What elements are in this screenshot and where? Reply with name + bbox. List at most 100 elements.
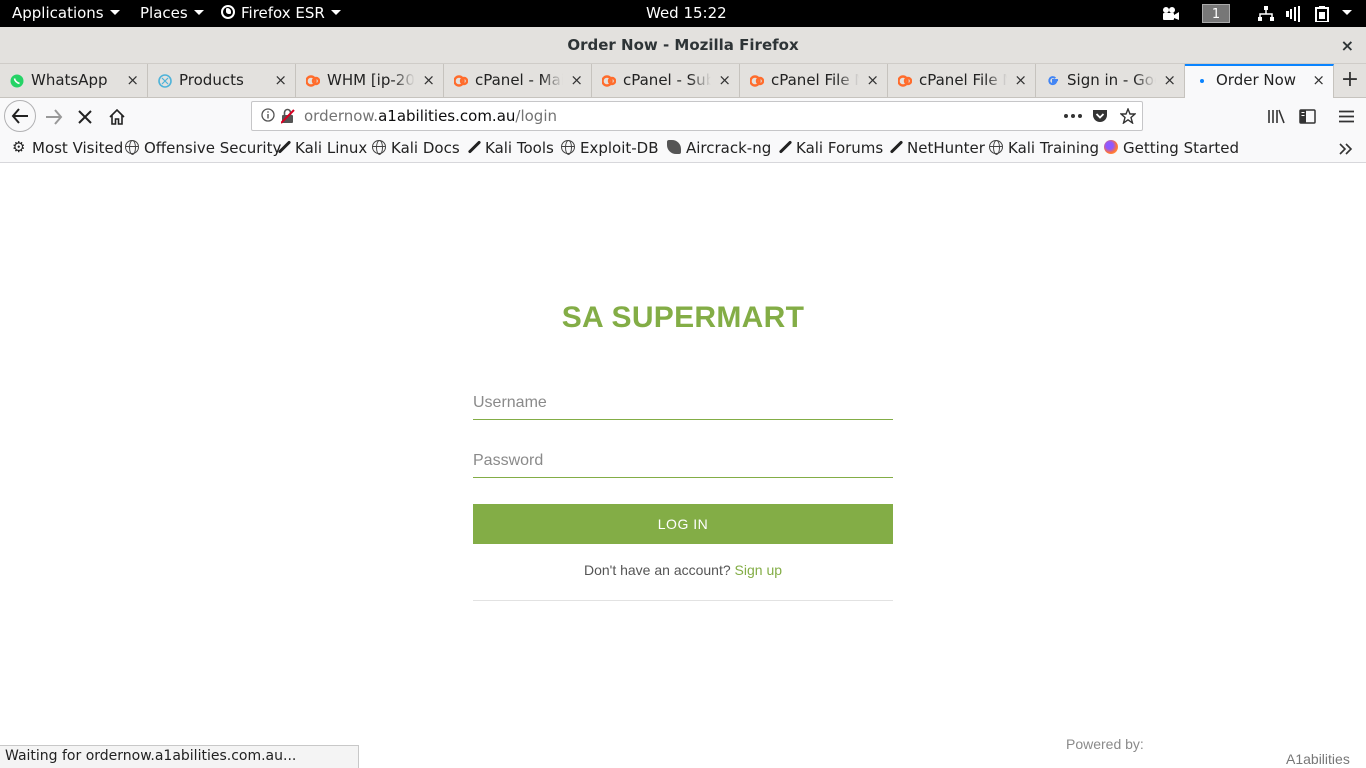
arrow-left-icon (11, 108, 28, 124)
close-icon[interactable]: × (1341, 27, 1354, 64)
bookmark-kali-linux[interactable]: Kali Linux (277, 135, 367, 162)
tab-title: Products (179, 71, 244, 89)
firefox-icon (221, 5, 235, 19)
tab-cpanel-file-manager-2[interactable]: cPanel File M × (888, 64, 1036, 97)
page-content: SA SUPERMART LOG IN Don't have an accoun… (0, 163, 1366, 768)
navigation-toolbar: ordernow.a1abilities.com.au/login (0, 98, 1366, 135)
bookmark-label: Aircrack-ng (686, 139, 772, 157)
cpanel-icon (602, 75, 616, 87)
powered-by-brand[interactable]: A1abilities (1286, 751, 1350, 767)
close-icon[interactable]: × (866, 64, 879, 97)
arrow-right-icon (46, 109, 63, 125)
close-icon[interactable]: × (422, 64, 435, 97)
system-menu[interactable] (1336, 0, 1352, 27)
bookmark-label: Kali Docs (391, 139, 460, 157)
bookmark-kali-forums[interactable]: Kali Forums (778, 135, 883, 162)
bookmark-label: Kali Linux (295, 139, 368, 157)
tab-whatsapp[interactable]: WhatsApp × (0, 64, 148, 97)
bookmark-label: Exploit-DB (580, 139, 659, 157)
tab-title: Order Now (1216, 71, 1297, 89)
bookmarks-toolbar: ⚙ Most Visited Offensive Security Kali Li… (0, 135, 1366, 163)
tab-fade (1134, 64, 1156, 97)
hamburger-menu-icon[interactable] (1339, 110, 1354, 123)
more-actions-icon[interactable] (1064, 114, 1082, 118)
insecure-lock-icon[interactable] (281, 108, 295, 124)
url-bar[interactable]: ordernow.a1abilities.com.au/login (251, 101, 1143, 131)
bookmark-offensive-security[interactable]: Offensive Security (125, 135, 281, 162)
tab-fade (541, 64, 563, 97)
close-icon[interactable]: × (570, 64, 583, 97)
close-icon[interactable]: × (126, 64, 139, 97)
app-menu-firefox[interactable]: Firefox ESR (221, 0, 341, 27)
login-button[interactable]: LOG IN (473, 504, 893, 544)
signup-link[interactable]: Sign up (735, 562, 782, 578)
tab-products[interactable]: Products × (148, 64, 296, 97)
tab-cpanel-file-manager-1[interactable]: cPanel File M × (740, 64, 888, 97)
url-text[interactable]: ordernow.a1abilities.com.au/login (304, 102, 557, 130)
close-icon[interactable]: × (1014, 64, 1027, 97)
bookmark-most-visited[interactable]: ⚙ Most Visited (12, 135, 123, 162)
back-button[interactable] (4, 100, 36, 132)
bookmark-kali-docs[interactable]: Kali Docs (372, 135, 460, 162)
close-icon[interactable]: × (1312, 66, 1325, 97)
app-name-label: Firefox ESR (241, 4, 325, 22)
home-button[interactable] (101, 101, 133, 133)
tab-order-now[interactable]: Order Now × (1185, 64, 1334, 98)
close-icon[interactable]: × (274, 64, 287, 97)
tab-cpanel-main[interactable]: cPanel - Main × (444, 64, 592, 97)
volume-icon[interactable] (1286, 6, 1302, 22)
chevron-double-right-icon[interactable] (1339, 143, 1353, 155)
divider (473, 600, 893, 601)
bookmark-aircrack-ng[interactable]: Aircrack-ng (667, 135, 771, 162)
forward-button[interactable] (38, 101, 70, 133)
tab-google-sign-in[interactable]: Sign in - Goog × (1036, 64, 1185, 97)
star-icon[interactable] (1120, 108, 1136, 124)
gnome-top-bar: Applications Places Firefox ESR Wed 15:2… (0, 0, 1366, 27)
tab-fade (689, 64, 711, 97)
gear-icon: ⚙ (12, 138, 26, 156)
stop-icon (78, 110, 92, 124)
globe-icon (989, 140, 1003, 155)
video-camera-icon[interactable] (1161, 6, 1179, 21)
workspace-indicator[interactable]: 1 (1202, 4, 1230, 23)
bookmark-label: Kali Forums (796, 139, 884, 157)
close-icon[interactable]: × (1163, 64, 1176, 97)
kali-dragon-icon (277, 140, 292, 154)
firefox-icon (1104, 140, 1118, 154)
bookmark-kali-tools[interactable]: Kali Tools (467, 135, 554, 162)
signup-prompt-line: Don't have an account? Sign up (473, 562, 893, 578)
username-field[interactable] (473, 386, 893, 420)
bookmark-kali-training[interactable]: Kali Training (989, 135, 1099, 162)
close-icon[interactable]: × (718, 64, 731, 97)
chevron-down-icon (1342, 10, 1352, 15)
library-icon[interactable] (1268, 109, 1285, 124)
globe-icon (372, 140, 386, 155)
applications-menu[interactable]: Applications (12, 0, 120, 27)
new-tab-button[interactable]: + (1334, 64, 1366, 97)
bookmark-getting-started[interactable]: Getting Started (1104, 135, 1239, 162)
chevron-down-icon (109, 10, 120, 15)
url-path: /login (515, 107, 558, 125)
products-icon (158, 74, 172, 88)
stop-loading-button[interactable] (69, 101, 101, 133)
battery-icon[interactable] (1315, 6, 1329, 22)
network-icon[interactable] (1258, 6, 1274, 22)
tab-cpanel-subdomains[interactable]: cPanel - Subd × (592, 64, 740, 97)
info-icon[interactable] (261, 108, 275, 122)
bookmark-nethunter[interactable]: NetHunter (889, 135, 985, 162)
clock[interactable]: Wed 15:22 (646, 0, 727, 27)
tab-fade (393, 64, 415, 97)
bookmark-label: Kali Tools (485, 139, 554, 157)
pocket-icon[interactable] (1092, 108, 1108, 124)
google-icon (1048, 76, 1058, 86)
places-menu[interactable]: Places (140, 0, 204, 27)
tab-whm[interactable]: WHM [ip-208 × (296, 64, 444, 97)
cpanel-icon (454, 75, 468, 87)
password-field[interactable] (473, 444, 893, 478)
url-subdomain: ordernow. (304, 107, 379, 125)
globe-icon (125, 140, 139, 155)
loading-dot-icon (1200, 79, 1204, 83)
bookmark-exploit-db[interactable]: Exploit-DB (561, 135, 659, 162)
sidebar-icon[interactable] (1299, 109, 1316, 124)
tab-title: WhatsApp (31, 71, 108, 89)
